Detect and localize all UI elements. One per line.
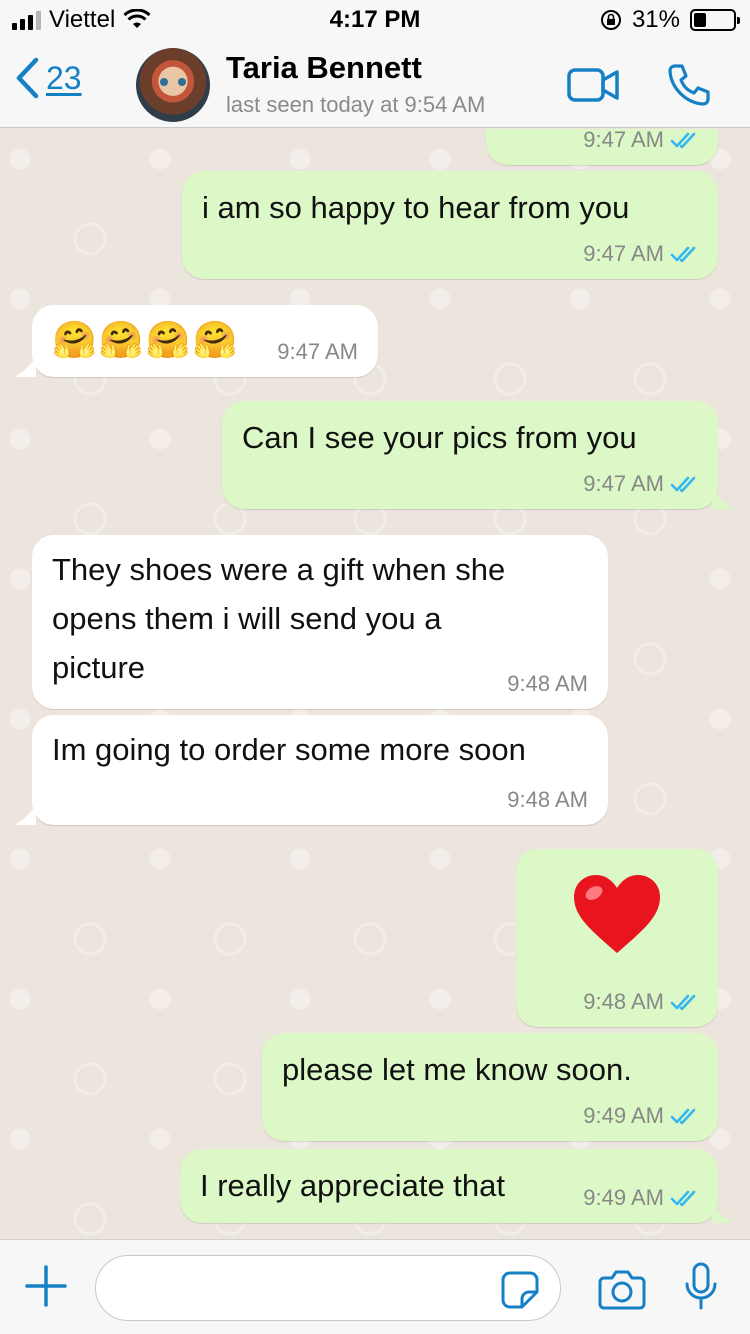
message-line: picture [52, 650, 146, 685]
message-time: 9:48 AM [583, 989, 664, 1014]
bubble-tail [712, 487, 734, 509]
message-list[interactable]: Hi 9:47 AM i am so happy to hear from yo… [0, 129, 750, 1239]
unread-count: 23 [46, 59, 82, 96]
battery-icon [690, 9, 740, 31]
message-time: 9:48 AM [507, 671, 588, 696]
message-time: 9:48 AM [507, 787, 588, 812]
message-bubble-incoming[interactable]: 🤗🤗🤗🤗 9:47 AM [32, 305, 378, 377]
message-bubble-incoming[interactable]: They shoes were a gift when she opens th… [32, 535, 608, 709]
sticker-icon[interactable] [500, 1270, 540, 1310]
video-camera-icon[interactable] [566, 66, 620, 104]
message-input[interactable] [95, 1255, 561, 1321]
chevron-left-icon [16, 57, 39, 99]
message-bubble-outgoing[interactable]: Can I see your pics from you 9:47 AM [222, 401, 718, 509]
message-bubble-outgoing[interactable]: Hi 9:47 AM [486, 129, 718, 165]
message-time: 9:47 AM [583, 471, 664, 496]
message-meta: 9:47 AM [277, 339, 358, 365]
avatar[interactable] [136, 48, 210, 122]
message-text: 🤗🤗🤗🤗 [52, 319, 240, 360]
chat-header: 23 Taria Bennett last seen today at 9:54… [0, 40, 750, 128]
bubble-tail [712, 1201, 734, 1223]
bubble-tail [14, 355, 36, 377]
double-check-icon [670, 246, 696, 263]
back-button[interactable]: 23 [14, 56, 82, 100]
message-meta: 9:49 AM [583, 1185, 700, 1211]
composer-bar [0, 1239, 750, 1334]
message-meta: 9:49 AM [583, 1103, 700, 1129]
heart-emoji [574, 875, 660, 953]
message-meta: 9:47 AM [583, 241, 700, 267]
message-text: Im going to order some more soon [52, 732, 526, 767]
message-bubble-outgoing[interactable]: ❤️ 9:48 AM [516, 849, 718, 1027]
phone-icon[interactable] [666, 62, 712, 108]
double-check-icon [670, 994, 696, 1011]
message-meta: 9:47 AM [583, 471, 700, 497]
message-bubble-outgoing[interactable]: i am so happy to hear from you 9:47 AM [182, 171, 718, 279]
message-text: Can I see your pics from you [242, 420, 637, 455]
contact-name[interactable]: Taria Bennett [226, 50, 422, 86]
bubble-tail [14, 803, 36, 825]
microphone-icon[interactable] [684, 1262, 718, 1312]
message-time: 9:47 AM [583, 129, 664, 152]
orientation-lock-icon [600, 10, 621, 30]
message-bubble-outgoing[interactable]: I really appreciate that 9:49 AM [180, 1149, 718, 1223]
message-text: i am so happy to hear from you [202, 190, 630, 225]
camera-icon[interactable] [598, 1268, 646, 1310]
message-line: They shoes were a gift when she [52, 552, 506, 587]
message-time: 9:47 AM [277, 339, 358, 364]
double-check-icon [670, 132, 696, 149]
double-check-icon [670, 476, 696, 493]
message-text: I really appreciate that [200, 1168, 506, 1203]
message-meta: 9:47 AM [583, 129, 700, 153]
battery-group: 31% [600, 6, 740, 34]
message-bubble-incoming[interactable]: Im going to order some more soon 9:48 AM [32, 715, 608, 825]
message-time: 9:49 AM [583, 1185, 664, 1210]
double-check-icon [670, 1108, 696, 1125]
message-time: 9:47 AM [583, 241, 664, 266]
last-seen-status: last seen today at 9:54 AM [226, 92, 486, 117]
message-text: please let me know soon. [282, 1052, 632, 1087]
message-line: opens them i will send you a [52, 601, 442, 636]
status-bar: Viettel 4:17 PM 31% [0, 0, 750, 40]
double-check-icon [670, 1190, 696, 1207]
message-meta: 9:48 AM [507, 787, 588, 813]
message-time: 9:49 AM [583, 1103, 664, 1128]
message-meta: 9:48 AM [507, 671, 588, 697]
battery-percent: 31% [631, 6, 680, 33]
plus-icon[interactable] [24, 1264, 68, 1308]
message-bubble-outgoing[interactable]: please let me know soon. 9:49 AM [262, 1033, 718, 1141]
message-meta: 9:48 AM [583, 989, 700, 1015]
battery-level [694, 13, 706, 27]
